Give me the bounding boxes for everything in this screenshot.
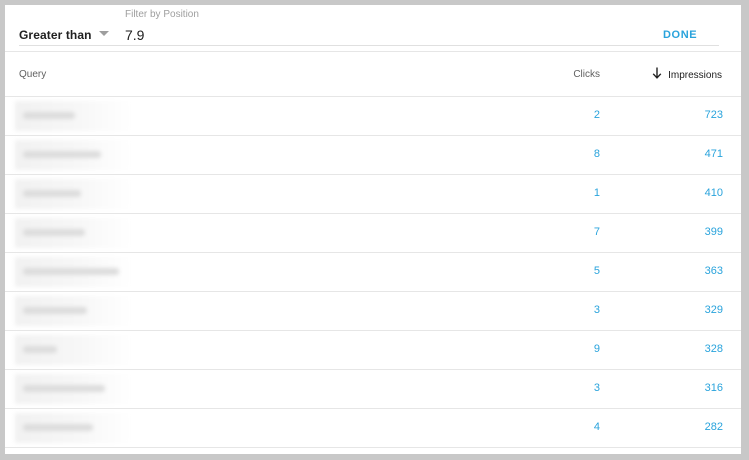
query-cell-redacted[interactable] [15,257,131,287]
query-cell-redacted[interactable] [15,335,131,365]
clicks-cell: 9 [593,343,600,355]
impressions-cell: 399 [704,226,723,238]
table-header: Query Clicks Impressions [5,52,741,97]
clicks-cell: 3 [593,382,600,394]
impressions-header-label: Impressions [668,69,722,81]
clicks-cell: 5 [593,265,600,277]
query-cell-redacted[interactable] [15,140,131,170]
impressions-cell: 316 [704,382,723,394]
clicks-cell: 4 [593,421,600,433]
impressions-cell: 471 [704,148,723,160]
done-button[interactable]: DONE [655,27,705,43]
query-cell-redacted[interactable] [15,179,131,209]
impressions-cell: 410 [704,187,723,199]
table-row[interactable]: 4 282 [5,409,741,448]
impressions-cell: 723 [704,109,723,121]
position-field: Filter by Position [125,7,685,47]
clicks-cell: 2 [593,109,600,121]
clicks-cell: 1 [593,187,600,199]
clicks-cell: 7 [593,226,600,238]
query-column-header[interactable]: Query [19,69,46,80]
table-body: 2 723 8 471 1 410 7 399 5 363 3 329 9 328 3 316 4 282 [5,97,741,448]
operator-dropdown[interactable]: Greater than [19,23,109,47]
table-row[interactable]: 5 363 [5,253,741,292]
query-cell-redacted[interactable] [15,101,131,131]
impressions-cell: 282 [704,421,723,433]
query-cell-redacted[interactable] [15,374,131,404]
table-row[interactable]: 3 329 [5,292,741,331]
caret-down-icon [98,31,109,36]
query-cell-redacted[interactable] [15,413,131,443]
clicks-cell: 3 [593,304,600,316]
field-label: Filter by Position [125,9,199,20]
arrow-down-icon [652,67,662,79]
search-analytics-panel: Greater than Filter by Position DONE Que… [5,5,741,454]
impressions-cell: 328 [704,343,723,355]
query-table: Query Clicks Impressions 2 723 8 471 1 410 7 39… [5,52,741,448]
impressions-cell: 329 [704,304,723,316]
impressions-cell: 363 [704,265,723,277]
position-value-input[interactable] [125,26,425,44]
position-filter-bar: Greater than Filter by Position DONE [5,5,741,51]
impressions-column-header[interactable]: Impressions [652,67,722,81]
table-row[interactable]: 8 471 [5,136,741,175]
table-row[interactable]: 3 316 [5,370,741,409]
operator-label: Greater than [19,28,92,42]
clicks-cell: 8 [593,148,600,160]
table-row[interactable]: 9 328 [5,331,741,370]
query-cell-redacted[interactable] [15,296,131,326]
table-row[interactable]: 1 410 [5,175,741,214]
input-underline [19,45,719,46]
table-row[interactable]: 2 723 [5,97,741,136]
clicks-column-header[interactable]: Clicks [573,69,600,80]
table-row[interactable]: 7 399 [5,214,741,253]
query-cell-redacted[interactable] [15,218,131,248]
